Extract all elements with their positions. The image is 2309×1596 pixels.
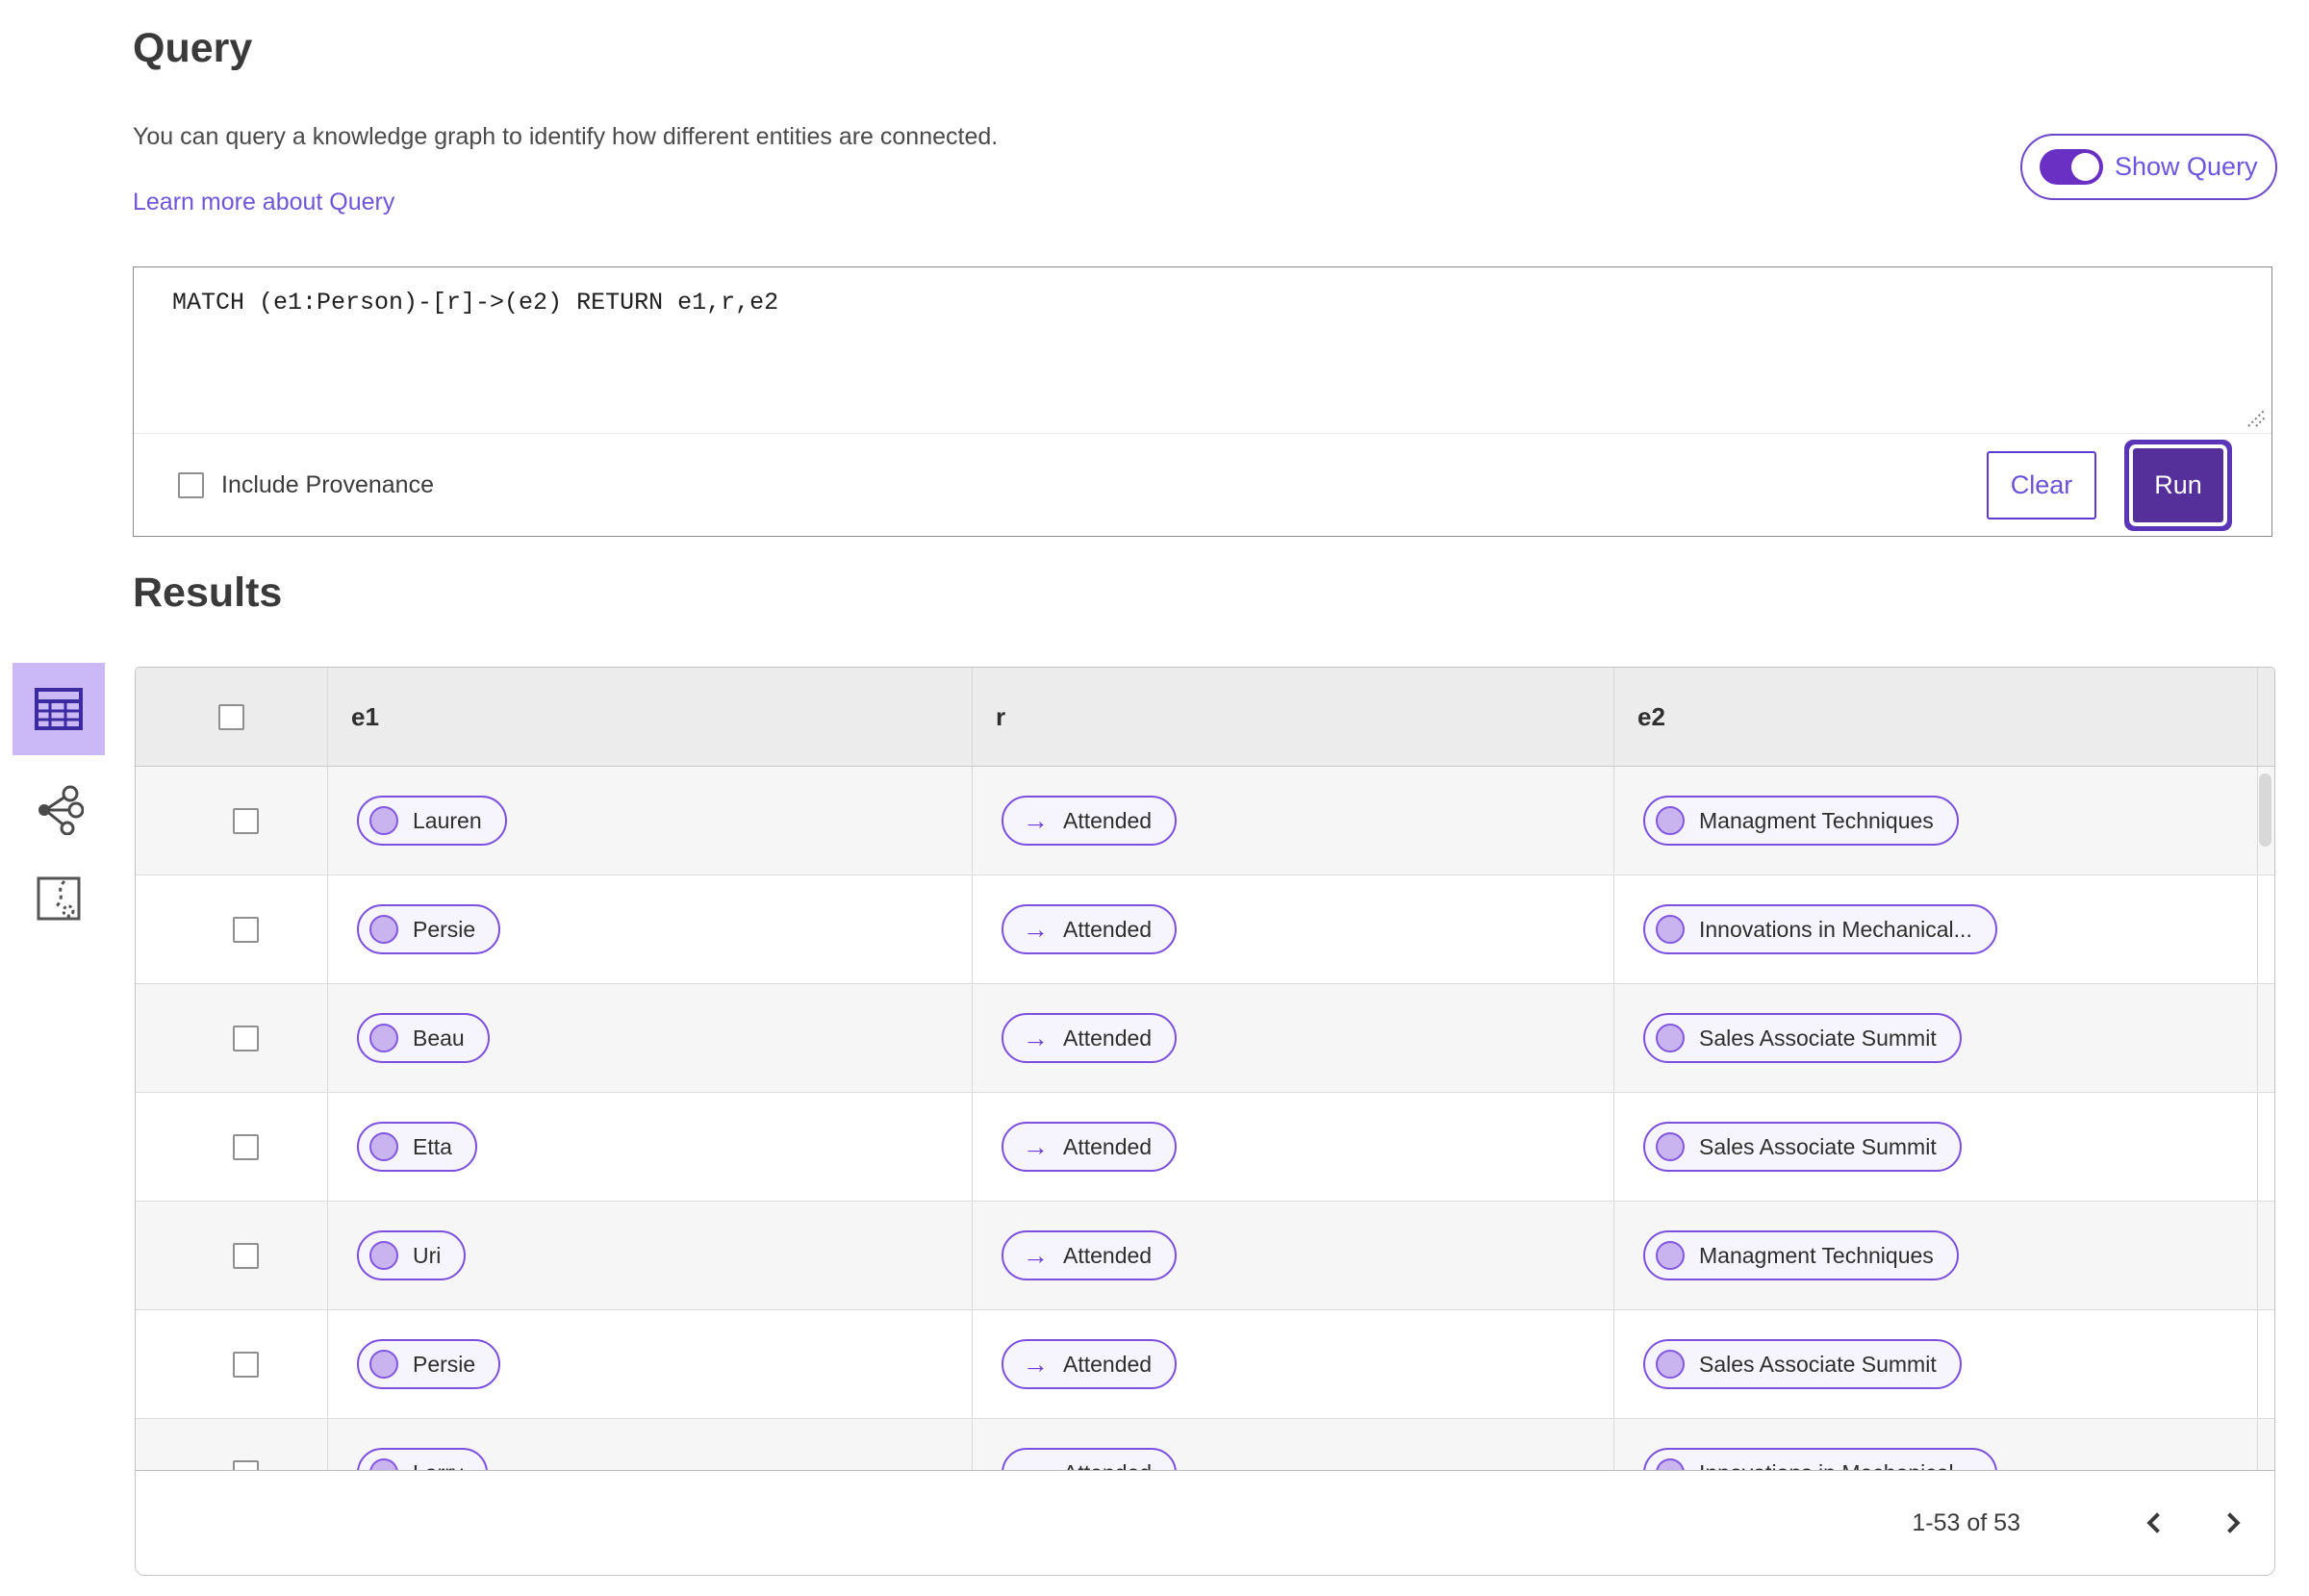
entity-node-icon bbox=[369, 1241, 398, 1270]
query-panel: MATCH (e1:Person)-[r]->(e2) RETURN e1,r,… bbox=[133, 266, 2272, 537]
include-provenance-checkbox[interactable] bbox=[178, 471, 204, 498]
clear-button[interactable]: Clear bbox=[1987, 450, 2096, 519]
entity-pill-e1: Etta bbox=[357, 1122, 477, 1172]
entity-pill-e2: Innovations in Mechanical... bbox=[1643, 904, 1997, 954]
table-body: Lauren → Attended Managment Techniques P… bbox=[136, 767, 2274, 1472]
relation-pill: → Attended bbox=[1002, 1122, 1178, 1172]
relation-pill: → Attended bbox=[1002, 1013, 1178, 1063]
show-query-label: Show Query bbox=[2115, 152, 2258, 181]
entity-node-icon bbox=[1656, 1241, 1685, 1270]
entity-pill-e2: Sales Associate Summit bbox=[1643, 1013, 1962, 1063]
map-route-icon bbox=[37, 876, 81, 921]
results-title: Results bbox=[133, 570, 283, 616]
relation-pill: → Attended bbox=[1002, 796, 1178, 846]
row-checkbox[interactable] bbox=[233, 1133, 259, 1160]
include-provenance-label: Include Provenance bbox=[221, 470, 434, 498]
view-switcher bbox=[0, 663, 117, 932]
row-checkbox[interactable] bbox=[233, 1025, 259, 1051]
relation-arrow-icon: → bbox=[1023, 1240, 1049, 1270]
toggle-on-icon[interactable] bbox=[2040, 149, 2103, 185]
relation-arrow-icon: → bbox=[1023, 805, 1049, 835]
entity-pill-e1: Lauren bbox=[357, 796, 507, 846]
entity-node-icon bbox=[1656, 1024, 1685, 1052]
entity-node-icon bbox=[369, 1024, 398, 1052]
entity-pill-e2: Managment Techniques bbox=[1643, 796, 1959, 846]
previous-page-button[interactable] bbox=[2142, 1508, 2169, 1537]
relation-arrow-icon: → bbox=[1023, 914, 1049, 944]
select-all-checkbox[interactable] bbox=[218, 703, 244, 730]
results-table: e1 r e2 Lauren → Attended Managment Tech… bbox=[135, 667, 2275, 1576]
column-header-e1: e1 bbox=[351, 701, 379, 731]
column-header-e2: e2 bbox=[1637, 701, 1665, 731]
table-row: Beau → Attended Sales Associate Summit bbox=[136, 984, 2274, 1093]
next-page-button[interactable] bbox=[2219, 1508, 2246, 1537]
relation-pill: → Attended bbox=[1002, 1339, 1178, 1389]
table-row: Etta → Attended Sales Associate Summit bbox=[136, 1093, 2274, 1202]
row-checkbox[interactable] bbox=[233, 916, 259, 943]
column-header-r: r bbox=[996, 701, 1006, 731]
query-editor[interactable]: MATCH (e1:Person)-[r]->(e2) RETURN e1,r,… bbox=[134, 267, 2271, 434]
table-row: Persie → Attended Innovations in Mechani… bbox=[136, 875, 2274, 984]
table-view-button[interactable] bbox=[13, 663, 105, 755]
chevron-left-icon bbox=[2146, 1512, 2160, 1533]
resize-grip-icon[interactable] bbox=[2241, 402, 2266, 427]
page-title: Query bbox=[133, 25, 253, 71]
vertical-scrollbar-thumb[interactable] bbox=[2259, 773, 2271, 847]
query-panel-footer: Include Provenance Clear Run bbox=[134, 434, 2271, 536]
entity-pill-e2: Managment Techniques bbox=[1643, 1230, 1959, 1280]
entity-pill-e2: Sales Associate Summit bbox=[1643, 1339, 1962, 1389]
query-description: You can query a knowledge graph to ident… bbox=[133, 123, 999, 150]
relation-pill: → Attended bbox=[1002, 1230, 1178, 1280]
table-row: Lauren → Attended Managment Techniques bbox=[136, 767, 2274, 875]
table-row: Persie → Attended Sales Associate Summit bbox=[136, 1310, 2274, 1419]
relation-arrow-icon: → bbox=[1023, 1131, 1049, 1161]
entity-node-icon bbox=[1656, 915, 1685, 944]
entity-pill-e1: Persie bbox=[357, 1339, 501, 1389]
row-checkbox[interactable] bbox=[233, 1242, 259, 1269]
row-checkbox[interactable] bbox=[233, 1351, 259, 1378]
table-header-row: e1 r e2 bbox=[136, 668, 2274, 767]
network-graph-icon bbox=[38, 785, 84, 835]
relation-arrow-icon: → bbox=[1023, 1349, 1049, 1379]
run-button[interactable]: Run bbox=[2133, 447, 2223, 522]
entity-pill-e1: Beau bbox=[357, 1013, 490, 1063]
pagination-bar: 1-53 of 53 bbox=[136, 1470, 2274, 1575]
relation-arrow-icon: → bbox=[1023, 1023, 1049, 1052]
relation-pill: → Attended bbox=[1002, 1448, 1178, 1472]
pagination-range: 1-53 of 53 bbox=[1912, 1508, 2020, 1536]
entity-node-icon bbox=[1656, 1132, 1685, 1161]
entity-node-icon bbox=[369, 915, 398, 944]
show-query-toggle[interactable]: Show Query bbox=[2020, 134, 2277, 200]
query-page: Query You can query a knowledge graph to… bbox=[0, 0, 2309, 1596]
entity-node-icon bbox=[369, 1132, 398, 1161]
row-checkbox[interactable] bbox=[233, 807, 259, 834]
chevron-right-icon bbox=[2227, 1512, 2241, 1533]
entity-pill-e1: Larry bbox=[357, 1448, 489, 1472]
entity-node-icon bbox=[369, 1350, 398, 1379]
entity-pill-e1: Uri bbox=[357, 1230, 467, 1280]
map-view-button[interactable] bbox=[13, 865, 105, 932]
table-row: Uri → Attended Managment Techniques bbox=[136, 1202, 2274, 1310]
toggle-knob bbox=[2071, 153, 2099, 181]
network-view-button[interactable] bbox=[13, 776, 105, 844]
query-text: MATCH (e1:Person)-[r]->(e2) RETURN e1,r,… bbox=[172, 289, 779, 317]
entity-node-icon bbox=[369, 806, 398, 835]
relation-pill: → Attended bbox=[1002, 904, 1178, 954]
entity-pill-e1: Persie bbox=[357, 904, 501, 954]
entity-pill-e2: Innovations in Mechanical... bbox=[1643, 1448, 1997, 1472]
table-row: Larry → Attended Innovations in Mechanic… bbox=[136, 1419, 2274, 1472]
table-icon bbox=[35, 688, 83, 730]
entity-node-icon bbox=[1656, 806, 1685, 835]
entity-node-icon bbox=[1656, 1350, 1685, 1379]
entity-pill-e2: Sales Associate Summit bbox=[1643, 1122, 1962, 1172]
learn-more-link[interactable]: Learn more about Query bbox=[133, 189, 394, 216]
